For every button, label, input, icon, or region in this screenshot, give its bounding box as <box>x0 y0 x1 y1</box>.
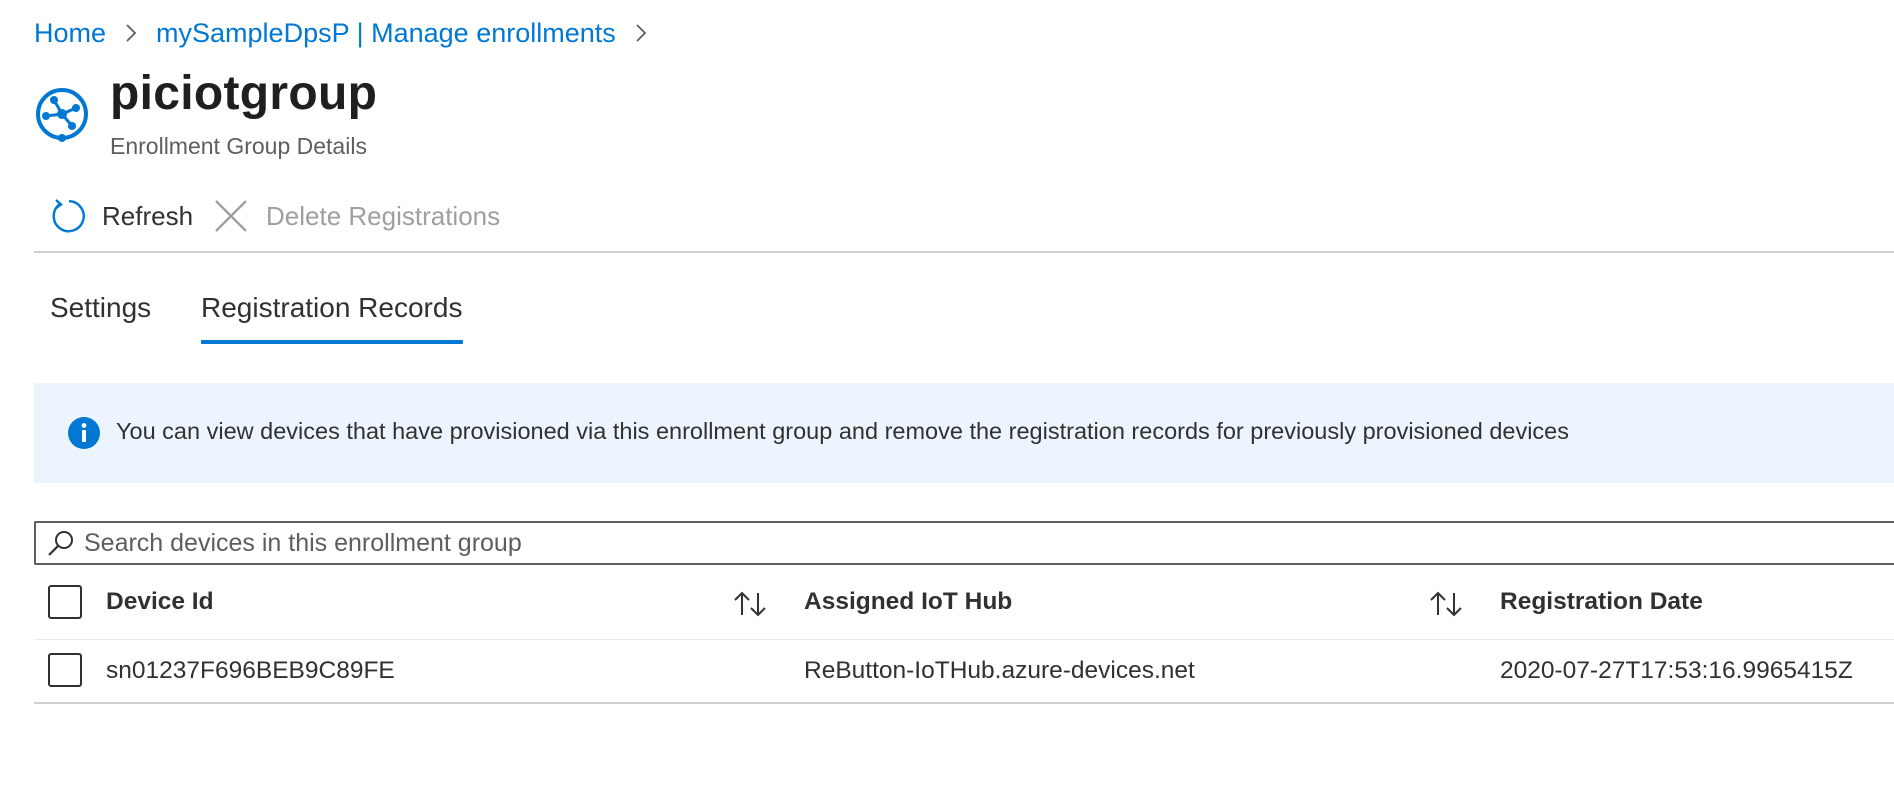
column-header-assigned-iot-hub[interactable]: Assigned IoT Hub <box>804 588 1012 616</box>
page-subtitle: Enrollment Group Details <box>110 133 367 159</box>
iot-hub-icon <box>34 86 90 142</box>
sort-icon[interactable] <box>732 589 768 619</box>
breadcrumb-home-link[interactable]: Home <box>34 18 106 49</box>
column-header-registration-date[interactable]: Registration Date <box>1500 588 1703 616</box>
search-input[interactable] <box>84 524 1864 562</box>
assigned-hub-cell: ReButton-IoTHub.azure-devices.net <box>804 657 1195 684</box>
sort-icon[interactable] <box>1428 589 1464 619</box>
breadcrumb: Home mySampleDpsP | Manage enrollments <box>34 14 666 52</box>
info-icon <box>68 417 100 449</box>
tab-settings[interactable]: Settings <box>50 292 151 332</box>
row-checkbox[interactable] <box>48 653 82 687</box>
tab-selected-indicator <box>201 340 463 344</box>
delete-registrations-label: Delete Registrations <box>266 200 501 231</box>
refresh-button[interactable]: Refresh <box>48 196 193 236</box>
header-divider <box>34 639 1894 640</box>
tab-registration-records[interactable]: Registration Records <box>201 292 462 332</box>
table-bottom-divider <box>34 702 1894 704</box>
info-banner-text: You can view devices that have provision… <box>116 418 1569 444</box>
chevron-right-icon <box>120 22 142 44</box>
column-header-device-id[interactable]: Device Id <box>106 588 214 616</box>
search-icon <box>46 529 76 559</box>
registration-date-cell: 2020-07-27T17:53:16.9965415Z <box>1500 657 1853 684</box>
page-title: piciotgroup <box>110 67 378 120</box>
close-icon <box>212 197 250 235</box>
toolbar-divider <box>34 251 1894 253</box>
refresh-label: Refresh <box>102 200 194 231</box>
device-id-cell[interactable]: sn01237F696BEB9C89FE <box>106 657 395 685</box>
breadcrumb-manage-enrollments-link[interactable]: mySampleDpsP | Manage enrollments <box>156 18 616 49</box>
select-all-checkbox[interactable] <box>48 585 82 619</box>
chevron-right-icon <box>630 22 652 44</box>
refresh-icon <box>48 197 86 235</box>
delete-registrations-button[interactable]: Delete Registrations <box>212 196 500 236</box>
